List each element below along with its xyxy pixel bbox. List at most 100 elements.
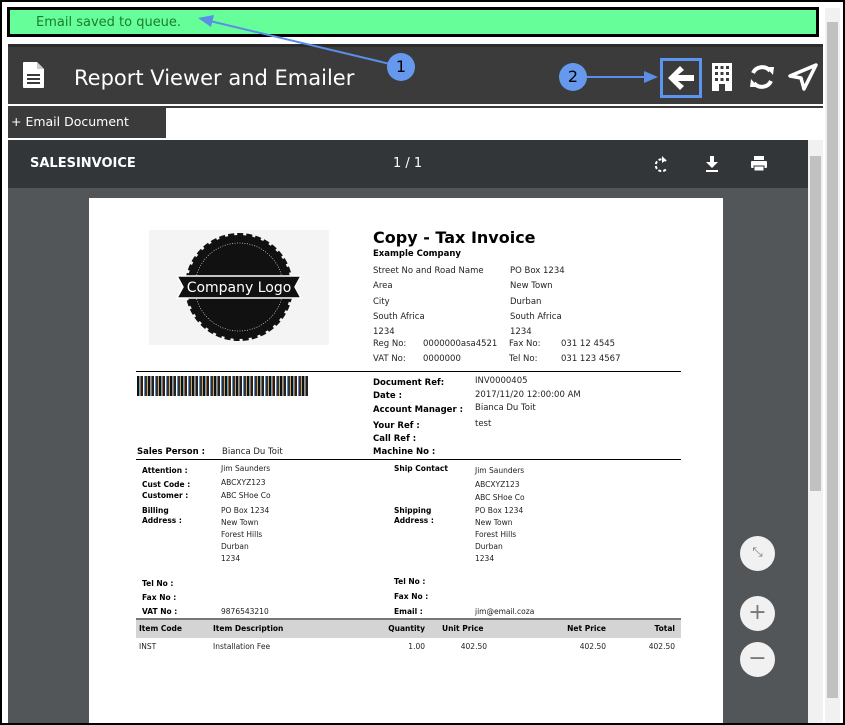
logo-seal-icon: Company Logo: [175, 233, 303, 341]
tab-email-document[interactable]: + Email Document: [8, 108, 166, 138]
column-header: Total: [654, 624, 676, 633]
vat-no-value: 9876543210: [221, 607, 269, 616]
vat-label: VAT No:: [373, 354, 406, 364]
address-line: Durban: [510, 296, 542, 307]
divider: [136, 371, 681, 372]
attention-value: Jim Saunders: [221, 464, 271, 473]
sales-person-value: Bianca Du Toit: [222, 447, 283, 457]
vat-value: 0000000: [423, 354, 461, 364]
address-line: 1234: [475, 554, 495, 563]
pdf-toolbar: SALESINVOICE 1 / 1: [8, 140, 808, 188]
billing-label: Billing: [142, 506, 169, 515]
item-total: 402.50: [648, 642, 675, 651]
reg-value: 0000000asa4521: [423, 339, 498, 349]
barcode: [137, 376, 309, 396]
machine-no-label: Machine No :: [373, 447, 436, 457]
tab-bar: + Email Document: [8, 106, 823, 138]
doc-ref-value: INV0000405: [475, 376, 528, 386]
ship-contact-line: ABCXYZ123: [475, 479, 520, 489]
address-line: New Town: [475, 518, 513, 527]
address-line: Street No and Road Name: [373, 266, 484, 276]
app-header: Report Viewer and Emailer: [8, 44, 823, 104]
reg-label: Reg No:: [373, 339, 407, 349]
email-label: Email :: [394, 607, 423, 616]
shipping-label: Address :: [394, 516, 434, 525]
shipping-label: Shipping: [394, 506, 432, 515]
call-ref-label: Call Ref :: [373, 434, 417, 444]
tel-no-label: Tel No :: [142, 579, 174, 588]
tel-value: 031 123 4567: [561, 354, 621, 364]
ship-contact-label: Ship Contact: [394, 464, 448, 473]
plus-icon: +: [748, 600, 767, 625]
building-icon[interactable]: [711, 62, 733, 92]
item-net-price: 402.50: [579, 642, 606, 651]
address-line: PO Box 1234: [475, 506, 524, 515]
page-title: Report Viewer and Emailer: [74, 66, 355, 90]
account-manager-value: Bianca Du Toit: [475, 403, 536, 413]
cust-code-label: Cust Code :: [142, 480, 191, 489]
divider: [136, 459, 681, 460]
zoom-in-button[interactable]: +: [740, 596, 775, 631]
company-name: Example Company: [373, 249, 461, 259]
shipping-address: PO Box 1234 New Town Forest Hills Durban…: [475, 505, 523, 565]
ship-fax-no-label: Fax No :: [394, 592, 429, 601]
address-line: South Africa: [510, 311, 562, 322]
item-code: INST: [139, 642, 157, 651]
email-value: jim@email.coza: [475, 607, 535, 616]
column-header: Net Price: [567, 624, 606, 633]
ship-tel-no-label: Tel No :: [394, 577, 426, 586]
company-postal-address: PO Box 1234 New Town Durban South Africa…: [510, 264, 565, 340]
refresh-icon[interactable]: [748, 63, 776, 91]
customer-value: ABC SHoe Co: [221, 491, 271, 500]
item-unit-price: 402.50: [460, 642, 487, 651]
document-name: SALESINVOICE: [30, 156, 136, 171]
doc-ref-label: Document Ref:: [373, 378, 445, 388]
column-header: Unit Price: [442, 624, 484, 633]
address-line: Area: [373, 281, 393, 292]
address-line: New Town: [510, 281, 553, 292]
compress-icon: ⤡: [752, 545, 763, 560]
cust-code-value: ABCXYZ123: [221, 478, 266, 487]
fax-no-label: Fax No :: [142, 593, 177, 602]
callout-2: 2: [559, 63, 587, 91]
address-line: Durban: [475, 542, 503, 551]
invoice-page: Company Logo Copy - Tax Invoice Example …: [89, 198, 723, 723]
column-header: Quantity: [388, 624, 425, 633]
download-icon[interactable]: [705, 155, 719, 173]
address-line: PO Box 1234: [221, 506, 270, 515]
zoom-out-button[interactable]: −: [740, 642, 775, 677]
fax-value: 031 12 4545: [561, 339, 616, 349]
ship-contact-line: Jim Saunders: [475, 466, 525, 475]
item-quantity: 1.00: [408, 642, 425, 651]
page-scrollbar[interactable]: [825, 8, 840, 723]
vat-no-label: VAT No :: [142, 607, 178, 616]
company-address: Street No and Road Name Area City South …: [373, 264, 484, 340]
rotate-icon[interactable]: [654, 155, 670, 173]
send-icon[interactable]: [788, 63, 818, 91]
sales-person-label: Sales Person :: [137, 447, 206, 457]
ship-contact: Jim Saunders ABCXYZ123 ABC SHoe Co: [475, 464, 525, 505]
your-ref-label: Your Ref :: [373, 421, 420, 431]
ship-contact-line: ABC SHoe Co: [475, 493, 525, 502]
address-line: 1234: [221, 554, 241, 563]
address-line: Forest Hills: [221, 530, 263, 539]
minus-icon: −: [748, 646, 767, 671]
back-button[interactable]: [660, 58, 702, 98]
column-header: Item Description: [213, 624, 284, 633]
viewer-scrollbar[interactable]: [808, 140, 823, 723]
back-arrow-icon: [668, 66, 694, 90]
page-indicator: 1 / 1: [393, 156, 423, 171]
print-icon[interactable]: [750, 155, 768, 172]
address-line: City: [373, 296, 390, 307]
fit-page-button[interactable]: ⤡: [740, 536, 775, 571]
success-toast: Email saved to queue.: [7, 7, 819, 37]
svg-text:Company Logo: Company Logo: [187, 280, 292, 296]
attention-label: Attention :: [142, 466, 188, 475]
fax-label: Fax No:: [509, 339, 541, 349]
address-line: New Town: [221, 518, 259, 527]
date-value: 2017/11/20 12:00:00 AM: [475, 390, 581, 400]
address-line: South Africa: [373, 311, 425, 322]
invoice-title: Copy - Tax Invoice: [373, 228, 536, 247]
billing-label: Address :: [142, 516, 182, 525]
tel-label: Tel No:: [509, 354, 538, 364]
